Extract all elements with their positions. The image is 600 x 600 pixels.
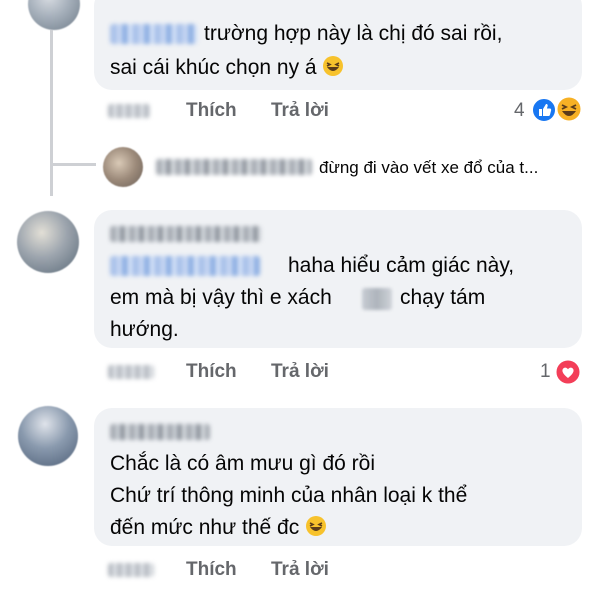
thread-line bbox=[50, 30, 53, 196]
reaction-count[interactable]: 4 bbox=[514, 100, 525, 122]
comment-timestamp[interactable] bbox=[108, 563, 154, 577]
comment-text-line: đến mức như thế đc bbox=[110, 516, 300, 539]
avatar[interactable] bbox=[17, 211, 79, 273]
reply-button[interactable]: Trả lời bbox=[271, 361, 329, 383]
avatar[interactable] bbox=[18, 406, 78, 466]
like-button[interactable]: Thích bbox=[186, 361, 237, 383]
laughing-emoji-icon bbox=[322, 55, 344, 86]
haha-reaction-icon[interactable] bbox=[555, 95, 583, 123]
comment-text: chạy tám bbox=[400, 286, 486, 309]
comment-text-line: sai cái khúc chọn ny á bbox=[110, 56, 317, 79]
mentioned-name[interactable] bbox=[110, 256, 260, 276]
reply-author-name[interactable] bbox=[156, 159, 312, 175]
comment-timestamp[interactable] bbox=[108, 104, 150, 118]
love-reaction-icon[interactable] bbox=[554, 358, 582, 386]
avatar[interactable] bbox=[103, 147, 143, 187]
comment-text: Chắc là có âm mưu gì đó rồi bbox=[110, 452, 376, 475]
reply-button[interactable]: Trả lời bbox=[271, 100, 329, 122]
comment-text: Chứ trí thông minh của nhân loại k thể bbox=[110, 484, 468, 507]
comment-text: em mà bị vậy thì e xách bbox=[110, 286, 332, 309]
comment-text: đến mức như thế đc bbox=[110, 512, 327, 546]
laughing-emoji-icon bbox=[305, 515, 327, 546]
comment-text: trường hợp này là chị đó sai rồi, bbox=[204, 22, 503, 45]
comment-author-name[interactable] bbox=[110, 424, 210, 440]
mentioned-name[interactable] bbox=[110, 24, 198, 44]
comment-timestamp[interactable] bbox=[108, 365, 154, 379]
comment-author-name[interactable] bbox=[110, 226, 262, 242]
avatar[interactable] bbox=[28, 0, 80, 30]
censored-word bbox=[362, 288, 392, 310]
reaction-count[interactable]: 1 bbox=[540, 361, 551, 383]
reply-preview-text[interactable]: đừng đi vào vết xe đổ của t... bbox=[319, 158, 538, 178]
comment-text: sai cái khúc chọn ny á bbox=[110, 52, 344, 86]
reply-button[interactable]: Trả lời bbox=[271, 559, 329, 581]
like-button[interactable]: Thích bbox=[186, 559, 237, 581]
thread-connector bbox=[50, 163, 96, 166]
like-button[interactable]: Thích bbox=[186, 100, 237, 122]
comment-text: haha hiểu cảm giác này, bbox=[288, 254, 515, 277]
comment-text: hướng. bbox=[110, 318, 179, 341]
like-reaction-icon[interactable] bbox=[531, 97, 557, 123]
